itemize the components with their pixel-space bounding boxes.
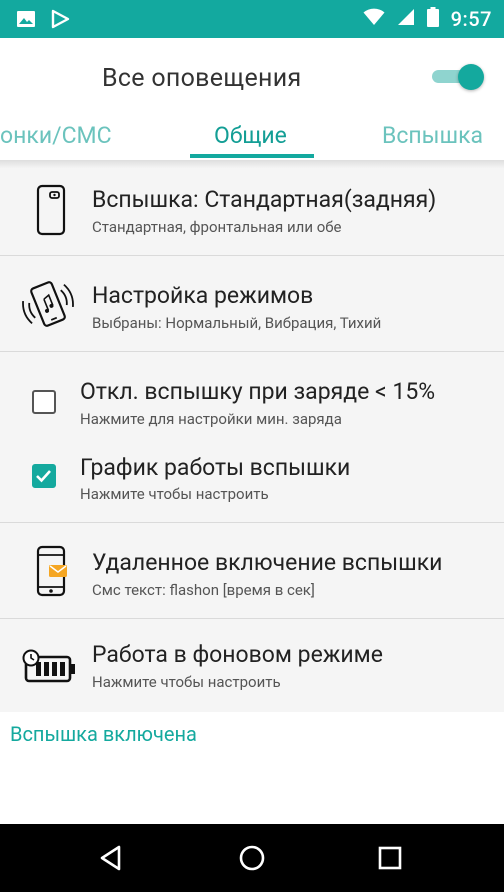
signal-icon: [397, 8, 415, 30]
back-icon[interactable]: [96, 842, 128, 874]
image-icon: [16, 9, 36, 33]
setting-subtitle: Нажмите чтобы настроить: [80, 485, 269, 503]
setting-flash-schedule[interactable]: График работы вспышки Нажмите чтобы наст…: [0, 432, 504, 522]
battery-icon: [426, 7, 439, 31]
wifi-icon: [363, 8, 385, 30]
setting-title: Удаленное включение вспышки: [92, 549, 443, 576]
setting-title: График работы вспышки: [80, 454, 351, 481]
schedule-checkbox[interactable]: [32, 464, 56, 488]
setting-title: Откл. вспышку при заряде < 15%: [80, 378, 436, 405]
setting-title: Вспышка: Стандартная(задняя): [92, 186, 437, 213]
page-title: Все оповещения: [102, 64, 302, 93]
setting-subtitle: Выбраны: Нормальный, Вибрация, Тихий: [92, 314, 382, 332]
recents-icon[interactable]: [374, 842, 406, 874]
navigation-bar: [0, 824, 504, 892]
setting-remote-flash[interactable]: Удаленное включение вспышки Смс текст: f…: [0, 523, 504, 619]
setting-subtitle: Смс текст: flashon [время в сек]: [92, 581, 315, 599]
status-bar: 9:57: [0, 0, 504, 38]
setting-subtitle: Нажмите чтобы настроить: [92, 673, 281, 691]
status-clock: 9:57: [450, 7, 492, 31]
low-battery-checkbox[interactable]: [32, 390, 56, 414]
phone-sms-icon: [34, 545, 70, 603]
setting-title: Настройка режимов: [92, 282, 314, 309]
setting-subtitle: Стандартная, фронтальная или обе: [92, 218, 342, 236]
setting-low-battery-off[interactable]: Откл. вспышку при заряде < 15% Нажмите д…: [0, 352, 504, 432]
tab-general[interactable]: Общие: [214, 122, 287, 149]
setting-subtitle: Нажмите для настройки мин. заряда: [80, 410, 342, 428]
setting-flash-type[interactable]: Вспышка: Стандартная(задняя) Стандартная…: [0, 168, 504, 256]
toggle-thumb: [458, 64, 484, 90]
tab-flash[interactable]: Вспышка: [382, 122, 483, 149]
all-notifications-toggle[interactable]: [432, 64, 488, 90]
flash-status-text: Вспышка включена: [10, 722, 197, 746]
battery-clock-icon: [22, 649, 78, 689]
setting-background-mode[interactable]: Работа в фоновом режиме Нажмите чтобы на…: [0, 619, 504, 712]
play-store-icon: [50, 9, 70, 33]
header-shadow: [0, 160, 504, 168]
footer: Вспышка включена: [0, 712, 504, 824]
tab-indicator: [190, 154, 314, 158]
home-icon[interactable]: [236, 842, 268, 874]
check-icon: [36, 470, 51, 483]
setting-title: Работа в фоновом режиме: [92, 641, 383, 668]
phone-back-icon: [36, 184, 66, 240]
settings-list: Вспышка: Стандартная(задняя) Стандартная…: [0, 168, 504, 712]
app-header: Все оповещения онки/СМС Общие Вспышка: [0, 38, 504, 168]
setting-modes[interactable]: Настройка режимов Выбраны: Нормальный, В…: [0, 256, 504, 352]
tab-calls-sms[interactable]: онки/СМС: [0, 122, 112, 149]
vibrating-phone-icon: [22, 276, 74, 336]
